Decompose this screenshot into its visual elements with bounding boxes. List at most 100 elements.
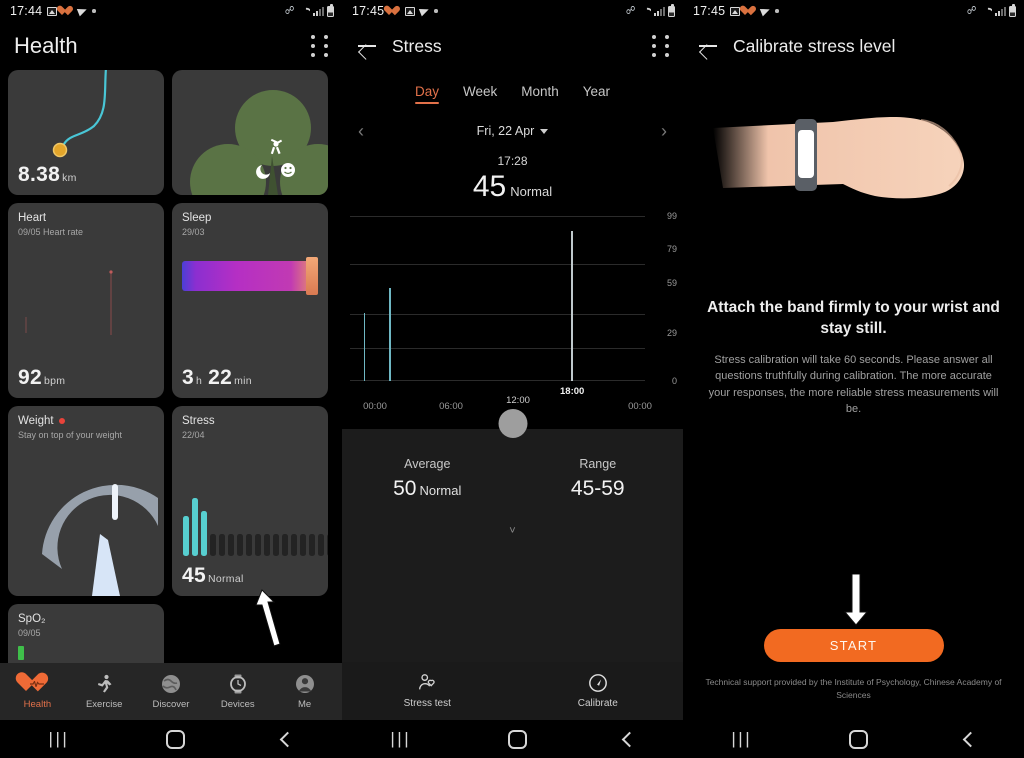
- runner-icon: [98, 674, 112, 693]
- home-icon[interactable]: [507, 729, 527, 749]
- telegram-icon: [419, 5, 431, 17]
- tab-year[interactable]: Year: [583, 84, 610, 104]
- signal-icon: [995, 6, 1006, 16]
- person-heart-icon: [419, 674, 435, 690]
- image-icon: [405, 6, 416, 16]
- status-time: 17:44: [10, 4, 43, 18]
- wifi-icon: [980, 6, 992, 16]
- home-icon[interactable]: [166, 729, 186, 749]
- action-calibrate[interactable]: Calibrate: [513, 673, 684, 709]
- bluetooth-icon: ☍: [966, 4, 977, 17]
- tab-exercise[interactable]: Exercise: [73, 673, 135, 710]
- status-time: 17:45: [352, 4, 385, 18]
- app-bar: Stress: [342, 22, 683, 70]
- tab-month[interactable]: Month: [521, 84, 559, 104]
- tab-discover[interactable]: Discover: [140, 673, 202, 710]
- page-title: Calibrate stress level: [733, 35, 896, 56]
- clover-activity-icon: [190, 90, 328, 195]
- status-time: 17:45: [693, 4, 726, 18]
- back-icon[interactable]: [280, 731, 296, 747]
- globe-icon: [161, 675, 180, 693]
- expand-chevron-icon[interactable]: ˅: [342, 525, 683, 537]
- chart-x-axis: 00:00 06:00 12:00 00:00: [342, 383, 683, 412]
- tab-discover-label: Discover: [152, 699, 190, 710]
- action-stress-test-label: Stress test: [403, 698, 451, 709]
- card-sleep[interactable]: Sleep 29/03 3 h 22 min: [172, 203, 328, 398]
- stress-action-bar: Stress test Calibrate: [342, 662, 683, 720]
- y-tick-59: 59: [666, 277, 677, 288]
- heart-sticker-icon: [745, 6, 756, 16]
- tab-health[interactable]: Health: [6, 673, 68, 710]
- current-date[interactable]: Fri, 22 Apr: [477, 124, 549, 138]
- card-stress-subtitle: 22/04: [182, 430, 205, 440]
- card-stress[interactable]: Stress 22/04 45 Normal: [172, 406, 328, 596]
- status-bar: 17:45 ☍: [342, 0, 683, 22]
- bottom-tab-bar: Health Exercise Discover Devices Me: [0, 663, 342, 720]
- tab-devices[interactable]: Devices: [207, 673, 269, 710]
- panel-health-home: 17:44 ☍ Health 8.38 km Heart 09/05 Heart…: [0, 0, 342, 758]
- annotation-arrow-start: [843, 574, 869, 626]
- stress-mini-bars: [183, 498, 328, 556]
- bluetooth-icon: ☍: [625, 4, 636, 17]
- illustration-area: [683, 92, 1024, 282]
- tab-me-label: Me: [297, 699, 312, 710]
- tab-week[interactable]: Week: [463, 84, 497, 104]
- action-stress-test[interactable]: Stress test: [342, 673, 513, 709]
- card-heart-value: 92 bpm: [18, 366, 66, 389]
- card-heart[interactable]: Heart 09/05 Heart rate 92 bpm: [8, 203, 164, 398]
- android-nav-bar: |||: [683, 720, 1024, 758]
- tab-day[interactable]: Day: [414, 84, 439, 104]
- sheet-drag-handle[interactable]: [498, 409, 527, 438]
- battery-icon: [1009, 3, 1016, 17]
- chevron-down-icon[interactable]: [540, 128, 549, 134]
- watch-icon: [229, 674, 246, 694]
- card-heart-title: Heart: [18, 212, 47, 224]
- card-weight[interactable]: Weight Stay on top of your weight: [8, 406, 164, 596]
- kebab-menu-icon[interactable]: [311, 35, 328, 57]
- chart-cursor-line: [571, 231, 573, 381]
- page-title: Stress: [392, 35, 442, 56]
- chevron-right-icon[interactable]: ›: [661, 121, 667, 142]
- signal-icon: [654, 6, 665, 16]
- bluetooth-icon: ☍: [284, 4, 295, 17]
- kebab-menu-icon[interactable]: [652, 35, 669, 57]
- panel-calibrate-stress: 17:45 ☍ Calibrate stress level Attach th…: [683, 0, 1024, 758]
- calibrate-heading: Attach the band firmly to your wrist and…: [707, 299, 1000, 337]
- card-sleep-value: 3 h 22 min: [182, 366, 252, 389]
- back-arrow-icon[interactable]: [356, 35, 378, 57]
- signal-icon: [313, 6, 324, 16]
- sleep-stage-bar: [182, 257, 318, 295]
- card-stress-value: 45 Normal: [182, 564, 244, 587]
- recents-icon[interactable]: |||: [49, 729, 70, 749]
- tab-me[interactable]: Me: [274, 673, 336, 710]
- heart-sticker-icon: [62, 6, 73, 16]
- chevron-left-icon[interactable]: ‹: [358, 121, 364, 142]
- summary-range: Range 45-59: [513, 457, 684, 501]
- tab-devices-label: Devices: [220, 699, 255, 710]
- wrist-with-band-icon: [713, 116, 965, 199]
- start-button[interactable]: START: [763, 629, 944, 662]
- spo2-bar: [18, 646, 24, 660]
- status-bar: 17:45 ☍: [683, 0, 1024, 22]
- recents-icon[interactable]: |||: [731, 729, 752, 749]
- card-sleep-title: Sleep: [182, 212, 212, 224]
- x-tick-0: 00:00: [363, 401, 387, 412]
- card-stress-title: Stress: [182, 415, 215, 427]
- recents-icon[interactable]: |||: [390, 729, 411, 749]
- card-route[interactable]: 8.38 km: [8, 70, 164, 195]
- dot-icon: [775, 9, 779, 13]
- heart-icon: [26, 673, 48, 695]
- chart-bar: [389, 287, 391, 381]
- card-activity[interactable]: [172, 70, 328, 195]
- card-heart-subtitle: 09/05 Heart rate: [18, 227, 84, 237]
- chart-plot-area: [350, 216, 645, 381]
- tab-exercise-label: Exercise: [85, 699, 123, 710]
- home-icon[interactable]: [848, 729, 868, 749]
- wifi-icon: [298, 6, 310, 16]
- x-tick-2: 12:00: [506, 395, 530, 406]
- reading-value: 45 Normal: [472, 170, 553, 203]
- back-icon[interactable]: [621, 731, 637, 747]
- summary-average-label: Average: [404, 457, 451, 471]
- back-arrow-icon[interactable]: [697, 35, 719, 57]
- back-icon[interactable]: [962, 731, 978, 747]
